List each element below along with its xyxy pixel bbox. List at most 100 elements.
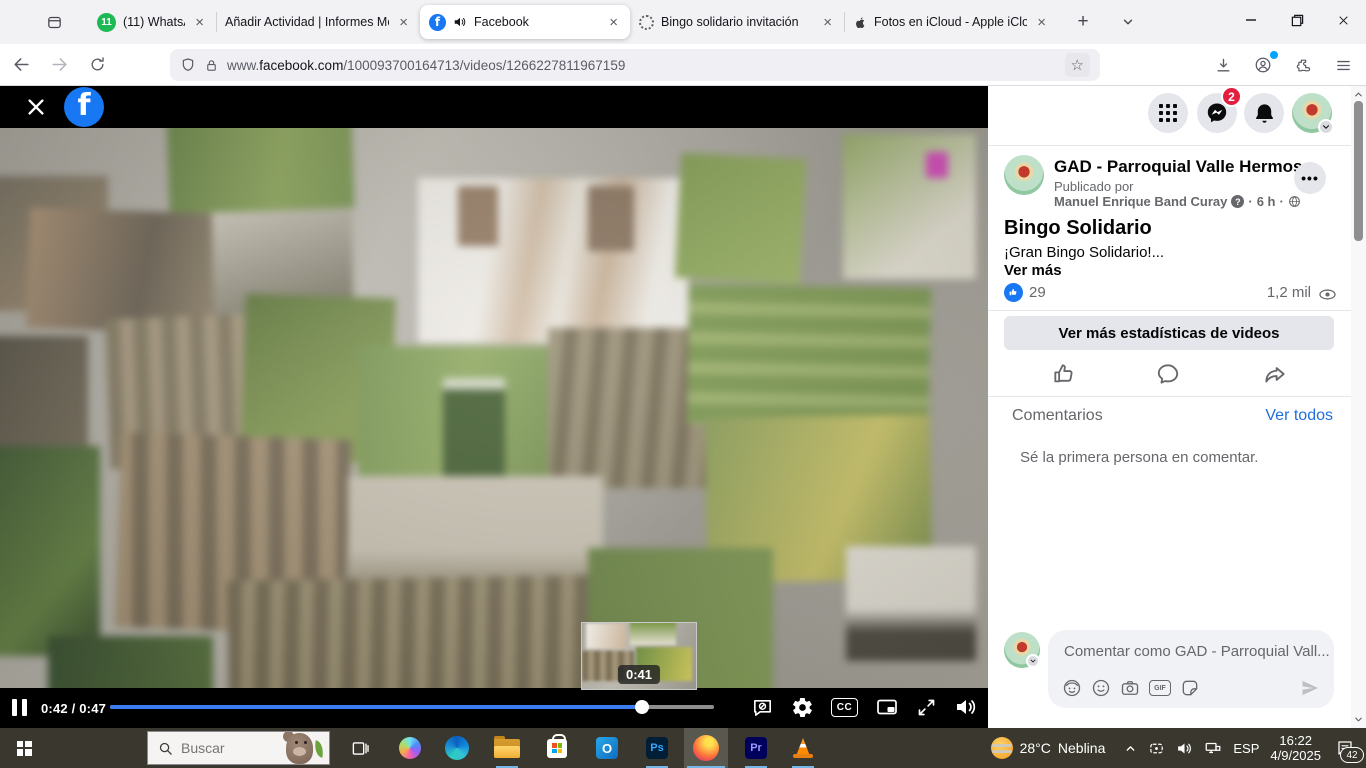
- published-by-label: Publicado por: [1054, 179, 1134, 194]
- file-explorer-icon[interactable]: [485, 728, 529, 768]
- premiere-icon[interactable]: Pr: [734, 728, 778, 768]
- task-view-button[interactable]: [338, 728, 382, 768]
- tab-close-icon[interactable]: ×: [820, 14, 835, 31]
- page-scrollbar[interactable]: [1351, 86, 1366, 728]
- progress-handle[interactable]: [635, 700, 649, 714]
- comment-composer[interactable]: Comentar como GAD - Parroquial Vall... G…: [1048, 630, 1334, 708]
- taskbar-search[interactable]: [147, 731, 330, 765]
- firefox-icon[interactable]: [684, 728, 728, 768]
- edge-icon[interactable]: [435, 728, 479, 768]
- menu-hamburger-icon[interactable]: [1326, 49, 1360, 81]
- tab-icloud[interactable]: Fotos en iCloud - Apple iClou ×: [844, 5, 1058, 39]
- hidden-icons-chevron-icon[interactable]: [1124, 742, 1137, 755]
- tab-informes[interactable]: Añadir Actividad | Informes Mens ×: [216, 5, 420, 39]
- comment-action-button[interactable]: [1146, 359, 1190, 389]
- comments-header: Comentarios: [1012, 407, 1103, 425]
- copilot-icon[interactable]: [388, 728, 432, 768]
- vlc-icon[interactable]: [781, 728, 825, 768]
- tab-whatsapp[interactable]: 11 (11) WhatsApp Business ×: [88, 5, 216, 39]
- captions-icon[interactable]: CC: [831, 698, 858, 717]
- photoshop-icon[interactable]: Ps: [635, 728, 679, 768]
- notifications-button[interactable]: [1244, 93, 1284, 133]
- weather-widget[interactable]: 28°C Neblina: [991, 737, 1106, 759]
- tab-close-icon[interactable]: ×: [1034, 14, 1049, 31]
- sticker-icon[interactable]: [1180, 678, 1200, 698]
- tray-capture-icon[interactable]: [1148, 740, 1165, 757]
- outlook-icon[interactable]: O: [585, 728, 629, 768]
- fullscreen-icon[interactable]: [916, 697, 937, 718]
- tab-chatgpt[interactable]: Bingo solidario invitación ×: [630, 5, 844, 39]
- settings-gear-icon[interactable]: [791, 696, 814, 719]
- downloads-icon[interactable]: [1206, 49, 1240, 81]
- page-avatar[interactable]: [1004, 155, 1044, 195]
- scroll-up-icon[interactable]: [1351, 87, 1366, 102]
- close-video-icon[interactable]: [25, 96, 47, 118]
- keyboard-language[interactable]: ESP: [1233, 741, 1259, 756]
- start-button[interactable]: [0, 728, 48, 768]
- video-stats-button[interactable]: Ver más estadísticas de videos: [1004, 316, 1334, 350]
- divider: [988, 145, 1351, 146]
- post-options-button[interactable]: •••: [1294, 162, 1326, 194]
- account-icon[interactable]: [1246, 49, 1280, 81]
- comment-placeholder[interactable]: Comentar como GAD - Parroquial Vall...: [1064, 643, 1330, 660]
- hide-comments-icon[interactable]: [751, 696, 774, 719]
- camera-icon[interactable]: [1120, 678, 1140, 698]
- audio-playing-icon[interactable]: [453, 15, 467, 29]
- emoji-icon[interactable]: [1091, 678, 1111, 698]
- extensions-icon[interactable]: [1286, 49, 1320, 81]
- reload-button[interactable]: [80, 49, 114, 81]
- restore-button[interactable]: [1274, 0, 1320, 40]
- like-action-button[interactable]: [1042, 359, 1086, 389]
- see-all-comments-link[interactable]: Ver todos: [1265, 407, 1333, 425]
- search-icon: [158, 741, 173, 756]
- see-more-link[interactable]: Ver más: [1004, 262, 1062, 279]
- new-tab-button[interactable]: +: [1068, 7, 1098, 37]
- microsoft-store-icon[interactable]: [535, 728, 579, 768]
- like-reaction-icon[interactable]: [1004, 283, 1023, 302]
- tab-list-button[interactable]: [1114, 7, 1142, 37]
- avatar-sticker-icon[interactable]: [1062, 678, 1082, 698]
- share-action-button[interactable]: [1253, 359, 1297, 389]
- close-window-button[interactable]: [1320, 0, 1366, 40]
- composer-identity-chevron-icon[interactable]: [1026, 654, 1040, 668]
- minimize-button[interactable]: [1228, 0, 1274, 40]
- tab-close-icon[interactable]: ×: [606, 14, 621, 31]
- scrollbar-thumb[interactable]: [1354, 101, 1363, 241]
- notification-center-button[interactable]: 42: [1332, 735, 1358, 761]
- author-row: Manuel Enrique Band Curay ? · 6 h ·: [1054, 194, 1301, 209]
- tab-close-icon[interactable]: ×: [192, 14, 207, 31]
- scroll-down-icon[interactable]: [1351, 712, 1366, 727]
- pause-button[interactable]: [12, 699, 27, 716]
- temperature: 28°C: [1020, 740, 1051, 756]
- firefox-view-button[interactable]: [38, 7, 70, 37]
- post-time[interactable]: 6 h: [1257, 194, 1276, 209]
- forward-button[interactable]: [42, 49, 76, 81]
- author-name[interactable]: Manuel Enrique Band Curay: [1054, 194, 1227, 209]
- like-count[interactable]: 29: [1029, 284, 1046, 301]
- page-name[interactable]: GAD - Parroquial Valle Hermoso: [1054, 157, 1313, 177]
- video-player[interactable]: f: [0, 86, 988, 728]
- picture-in-picture-icon[interactable]: [875, 695, 899, 719]
- profile-chevron-icon[interactable]: [1318, 119, 1334, 135]
- send-comment-icon[interactable]: [1300, 678, 1320, 698]
- seek-bar[interactable]: [110, 705, 714, 709]
- volume-icon[interactable]: [954, 695, 978, 719]
- shield-icon[interactable]: [180, 57, 196, 73]
- apps-menu-button[interactable]: [1148, 93, 1188, 133]
- lock-icon[interactable]: [204, 58, 219, 73]
- back-button[interactable]: [4, 49, 38, 81]
- help-icon[interactable]: ?: [1231, 195, 1244, 208]
- url-text[interactable]: www.facebook.com/100093700164713/videos/…: [227, 58, 625, 73]
- bookmark-star-icon[interactable]: ☆: [1065, 53, 1090, 77]
- taskbar-clock[interactable]: 16:22 4/9/2025: [1270, 733, 1321, 763]
- network-icon[interactable]: [1204, 739, 1222, 757]
- video-frame[interactable]: [0, 128, 988, 688]
- tab-facebook-active[interactable]: f Facebook ×: [420, 5, 630, 39]
- tray-volume-icon[interactable]: [1176, 740, 1193, 757]
- facebook-logo-icon[interactable]: f: [64, 87, 104, 127]
- search-input[interactable]: [181, 740, 267, 756]
- tab-close-icon[interactable]: ×: [396, 14, 411, 31]
- screen: 11 (11) WhatsApp Business × Añadir Activ…: [0, 0, 1366, 768]
- gif-icon[interactable]: GIF: [1149, 680, 1171, 696]
- url-bar[interactable]: www.facebook.com/100093700164713/videos/…: [170, 49, 1100, 81]
